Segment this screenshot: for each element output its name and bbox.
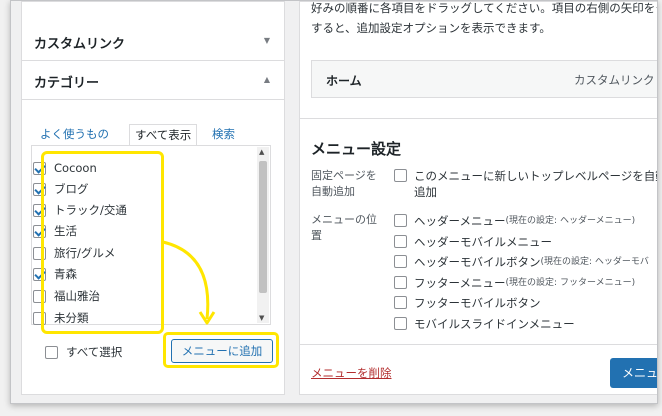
checkbox[interactable] <box>394 235 407 248</box>
select-all-checkbox[interactable] <box>45 345 58 359</box>
instructions-line: すると、追加設定オプションを表示できます。 <box>311 21 551 35</box>
accordion-custom-link[interactable]: カスタムリンク ▼ <box>22 23 284 61</box>
chevron-up-icon: ▲ <box>263 75 270 84</box>
location-option[interactable]: ヘッダーモバイルメニュー <box>394 234 552 250</box>
highlight-box-button <box>163 332 279 368</box>
highlight-box-list <box>41 151 164 334</box>
menu-item-type: カスタムリンク <box>574 73 655 87</box>
save-menu-button[interactable]: メニュー <box>610 358 657 388</box>
checkbox[interactable] <box>394 169 407 182</box>
location-label: モバイルスライドインメニュー <box>414 317 575 331</box>
checkbox[interactable] <box>394 214 407 227</box>
category-tabs: よく使うもの すべて表示 検索 <box>31 124 267 147</box>
scrollbar[interactable]: ▲ ▼ <box>257 147 269 323</box>
menu-settings-title: メニュー設定 <box>311 140 402 158</box>
location-option[interactable]: フッターモバイルボタン <box>394 295 541 311</box>
checkbox[interactable] <box>394 276 407 289</box>
divider <box>300 118 657 119</box>
auto-add-label: 固定ページを自動追加 <box>311 169 377 198</box>
tab-most-used[interactable]: よく使うもの <box>35 124 114 146</box>
screenshot-frame: カスタムリンク ▼ カテゴリー ▲ よく使うもの すべて表示 検索 ▲ ▼ Co… <box>10 0 658 404</box>
location-label: ヘッダーメニュー <box>414 214 506 228</box>
checkbox[interactable] <box>394 317 407 330</box>
checkbox[interactable] <box>394 296 407 309</box>
location-option[interactable]: モバイルスライドインメニュー <box>394 316 575 332</box>
chevron-down-icon: ▼ <box>263 36 270 45</box>
select-all[interactable]: すべて選択 <box>45 344 122 360</box>
location-option[interactable]: ヘッダーメニュー (現在の設定: ヘッダーメニュー) <box>394 213 635 229</box>
scroll-down-icon[interactable]: ▼ <box>259 314 264 322</box>
select-all-label: すべて選択 <box>66 345 123 359</box>
tab-view-all[interactable]: すべて表示 <box>129 124 198 147</box>
instructions-line: 好みの順番に各項目をドラッグしてください。項目の右側の矢印をク <box>311 1 658 15</box>
location-option[interactable]: ヘッダーモバイルボタン (現在の設定: ヘッダーモバ <box>394 254 649 270</box>
location-option[interactable]: フッターメニュー (現在の設定: フッターメニュー) <box>394 275 635 291</box>
tab-search[interactable]: 検索 <box>207 124 240 146</box>
menu-location-label: メニューの位置 <box>311 213 377 242</box>
accordion-title: カテゴリー <box>34 76 100 91</box>
menu-item-home[interactable]: ホーム カスタムリンク <box>311 60 657 98</box>
location-label: ヘッダーモバイルメニュー <box>414 235 552 249</box>
auto-add-option[interactable]: このメニューに新しいトップレベルページを自動追加 <box>394 168 658 200</box>
location-note: (現在の設定: ヘッダーモバ <box>540 257 649 267</box>
accordion-category[interactable]: カテゴリー ▲ <box>22 62 284 100</box>
scroll-up-icon[interactable]: ▲ <box>259 148 264 156</box>
location-note: (現在の設定: フッターメニュー) <box>505 278 636 288</box>
auto-add-option-label: このメニューに新しいトップレベルページを自動追加 <box>414 169 658 199</box>
location-label: フッターモバイルボタン <box>414 296 541 310</box>
location-label: フッターメニュー <box>414 276 506 290</box>
location-label: ヘッダーモバイルボタン <box>414 255 541 269</box>
accordion-title: カスタムリンク <box>34 37 126 52</box>
menu-structure-panel: 好みの順番に各項目をドラッグしてください。項目の右側の矢印をク すると、追加設定… <box>299 1 658 395</box>
location-note: (現在の設定: ヘッダーメニュー) <box>505 216 636 226</box>
scrollbar-thumb[interactable] <box>259 161 267 293</box>
delete-menu-link[interactable]: メニューを削除 <box>311 365 392 381</box>
menu-item-title: ホーム <box>326 74 362 88</box>
checkbox[interactable] <box>394 255 407 268</box>
divider <box>300 344 657 345</box>
